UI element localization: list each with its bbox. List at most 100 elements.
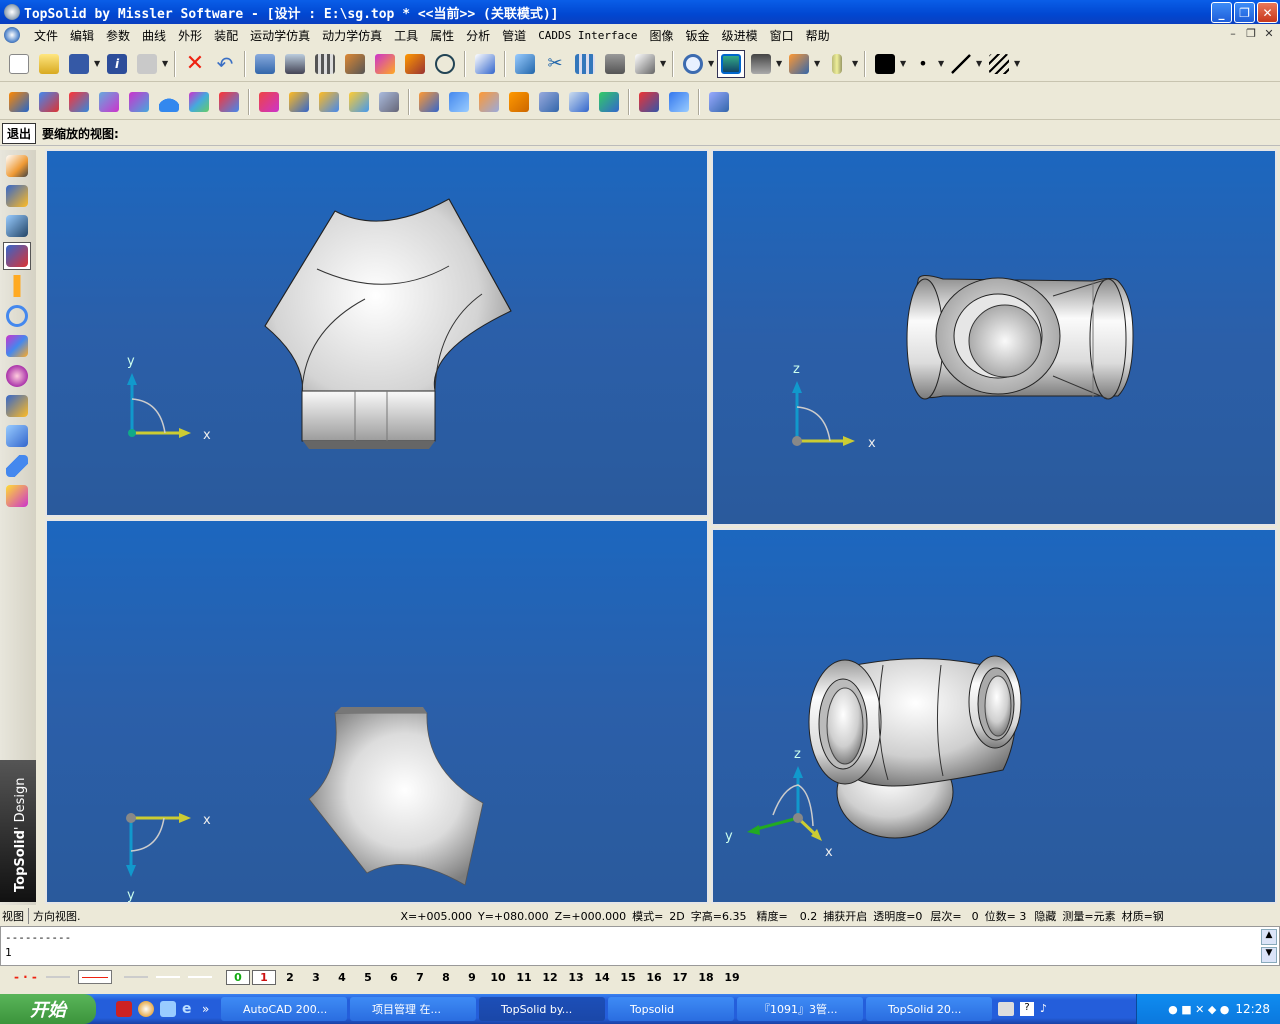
minimize-button[interactable]: _ [1211,2,1232,23]
status-digits[interactable]: 位数= 3 [985,908,1027,924]
new-file-icon[interactable] [5,50,33,78]
layer-17[interactable]: 17 [668,971,692,984]
status-measure[interactable]: 测量=元素 [1062,908,1115,924]
color-swatch[interactable] [871,50,899,78]
document-icon[interactable] [4,27,20,43]
task-topsolid-2[interactable]: TopSolid 20... [866,997,992,1021]
info-icon[interactable]: i [103,50,131,78]
layer-1[interactable]: 1 [252,969,276,985]
viewport-bottom[interactable]: x y [45,519,709,904]
line-style-thin-icon[interactable] [46,976,70,978]
shell-icon[interactable] [635,88,663,116]
layer-5[interactable]: 5 [356,971,380,984]
menu-curves[interactable]: 曲线 [136,27,172,44]
layer-19[interactable]: 19 [720,971,744,984]
status-char-height[interactable]: 字高=6.35 [691,908,747,924]
topsolid-app-icon[interactable] [4,4,20,20]
volume-icon[interactable]: ♪ [1040,1002,1054,1016]
mdi-restore-button[interactable]: ❐ [1244,27,1258,41]
layer-12[interactable]: 12 [538,971,562,984]
menu-assembly[interactable]: 装配 [208,27,244,44]
layer-2[interactable]: 2 [278,971,302,984]
status-material[interactable]: 材质=钢 [1122,908,1164,924]
globe-icon[interactable] [3,362,31,390]
mdi-minimize-button[interactable]: – [1226,27,1240,41]
start-button[interactable]: 开始 [0,994,96,1024]
task-browser[interactable]: 『1091』3管... [737,997,863,1021]
layer-10[interactable]: 10 [486,971,510,984]
scroll-down-icon[interactable]: ▼ [1261,947,1277,963]
menu-window[interactable]: 窗口 [764,27,800,44]
layer-6[interactable]: 6 [382,971,406,984]
line-style-icon[interactable] [947,50,975,78]
bend-icon[interactable] [475,88,503,116]
fold-icon[interactable] [315,88,343,116]
measure-icon[interactable] [431,50,459,78]
task-autocad[interactable]: AutoCAD 200... [221,997,347,1021]
layer-13[interactable]: 13 [564,971,588,984]
view-layout-dropdown[interactable]: ▼ [776,59,784,68]
viewport-front[interactable]: z x [711,149,1277,526]
quicklaunch-app-icon[interactable] [116,1001,132,1017]
pointer-icon[interactable] [511,50,539,78]
assembly-icon[interactable] [371,50,399,78]
save-icon[interactable] [65,50,93,78]
color-dropdown[interactable]: ▼ [900,59,908,68]
menu-tools[interactable]: 工具 [388,27,424,44]
exit-button[interactable]: 退出 [2,123,37,144]
corner-icon[interactable] [565,88,593,116]
viewport-top[interactable]: y x [45,149,709,517]
hem-icon[interactable] [505,88,533,116]
sheet-icon[interactable] [3,392,31,420]
cone-icon[interactable] [215,88,243,116]
pin-icon[interactable] [401,50,429,78]
clock[interactable]: 12:28 [1235,1002,1270,1016]
layer-9[interactable]: 9 [460,971,484,984]
line-style-4-icon[interactable] [188,976,212,978]
task-project-manager[interactable]: 项目管理 在... [350,997,476,1021]
cube-icon[interactable] [705,88,733,116]
flange-icon[interactable] [445,88,473,116]
trim-icon[interactable]: ✂ [541,50,569,78]
spiral-icon[interactable] [5,88,33,116]
menu-params[interactable]: 参数 [100,27,136,44]
surface-icon[interactable] [35,88,63,116]
command-area[interactable]: ---------- 1 ▲ ▼ [0,926,1280,966]
viewport-isometric[interactable]: z y x [711,528,1277,904]
quicklaunch-ie-icon[interactable]: e [182,1001,198,1017]
screw-icon[interactable] [3,272,31,300]
menu-help[interactable]: 帮助 [800,27,836,44]
delete-icon[interactable]: ✕ [181,50,209,78]
restore-button[interactable]: ❐ [1234,2,1255,23]
sketch-icon[interactable] [631,50,659,78]
menu-progressive-die[interactable]: 级进模 [716,27,764,44]
menu-attributes[interactable]: 属性 [424,27,460,44]
hammer-icon[interactable] [341,50,369,78]
zoom-dropdown[interactable]: ▼ [708,59,716,68]
layer-11[interactable]: 11 [512,971,536,984]
shading-icon[interactable] [281,50,309,78]
scroll-up-icon[interactable]: ▲ [1261,929,1277,945]
undo-icon[interactable]: ↶ [211,50,239,78]
hatch-style-dropdown[interactable]: ▼ [1014,59,1022,68]
ruler-icon[interactable] [3,452,31,480]
layer-0[interactable]: 0 [226,969,250,985]
loft-icon[interactable] [95,88,123,116]
tray-icons[interactable]: ● ■ ✕ ◆ ● [1168,1003,1229,1016]
coil-icon[interactable] [3,332,31,360]
help-icon[interactable]: ? [1020,1002,1034,1016]
layer-18[interactable]: 18 [694,971,718,984]
layers-icon[interactable] [251,50,279,78]
layer-15[interactable]: 15 [616,971,640,984]
unfold-icon[interactable] [415,88,443,116]
status-layer-value[interactable]: 0 [972,910,979,923]
layer-8[interactable]: 8 [434,971,458,984]
punch-icon[interactable] [535,88,563,116]
open-folder-icon[interactable] [35,50,63,78]
menu-cadds[interactable]: CADDS Interface [532,29,643,42]
columns-icon[interactable] [571,50,599,78]
sweep-icon[interactable] [65,88,93,116]
menu-kinematics[interactable]: 运动学仿真 [244,27,316,44]
menu-edit[interactable]: 编辑 [64,27,100,44]
solid-icon[interactable] [3,212,31,240]
